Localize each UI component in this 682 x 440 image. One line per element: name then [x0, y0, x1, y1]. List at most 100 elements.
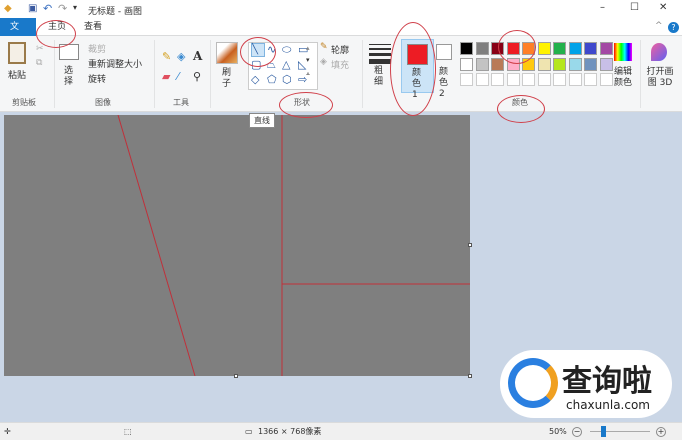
watermark-logo-icon: [508, 358, 558, 408]
canvas-dimensions: 1366 × 768像素: [258, 427, 322, 436]
maximize-button[interactable]: ☐: [630, 2, 639, 13]
help-icon[interactable]: ?: [668, 22, 679, 33]
resize-button[interactable]: 重新调整大小: [88, 57, 142, 70]
annotation-ellipse: [240, 37, 276, 67]
shapes-scroll-up[interactable]: ▴: [306, 44, 310, 52]
paste-button[interactable]: 粘贴: [8, 68, 26, 81]
custom-color-slot[interactable]: [491, 73, 504, 86]
save-icon[interactable]: ▣: [28, 3, 37, 14]
image-group-label: 图像: [95, 98, 111, 107]
brush-icon[interactable]: [216, 42, 238, 64]
shapes-scroll-down[interactable]: ▾: [306, 56, 310, 64]
palette-swatch[interactable]: [475, 57, 489, 71]
palette-swatch[interactable]: [584, 57, 597, 71]
triangle-shape-icon[interactable]: △: [282, 58, 290, 71]
custom-color-slot[interactable]: [584, 73, 597, 86]
hexagon-shape-icon[interactable]: ⬡: [282, 73, 292, 86]
custom-color-slot[interactable]: [460, 73, 473, 86]
custom-color-slot[interactable]: [522, 73, 535, 86]
custom-color-slot[interactable]: [553, 73, 566, 86]
palette-swatch[interactable]: [553, 42, 566, 55]
watermark-brand: 查询啦: [562, 364, 652, 399]
pencil-icon[interactable]: ✎: [162, 50, 171, 63]
fill-shape-icon: ◈: [320, 57, 327, 67]
paste-icon[interactable]: [8, 42, 26, 64]
drawing-canvas[interactable]: [4, 115, 470, 376]
paint3d-icon[interactable]: [651, 43, 667, 61]
edit-colors-icon[interactable]: [614, 43, 632, 61]
close-button[interactable]: ✕: [659, 2, 667, 13]
selection-size-icon: ⬚: [124, 427, 132, 436]
palette-swatch[interactable]: [599, 42, 613, 55]
select-button[interactable]: 选择: [64, 66, 74, 88]
annotation-ellipse: [497, 95, 545, 123]
zoom-slider-thumb[interactable]: [601, 426, 606, 437]
zoom-level: 50%: [549, 427, 567, 436]
eraser-icon[interactable]: ▰: [162, 70, 170, 83]
fill-icon[interactable]: ◈: [177, 50, 185, 63]
zoom-out-button[interactable]: −: [572, 427, 582, 437]
palette-swatch[interactable]: [491, 57, 504, 71]
ribbon: 粘贴 ✂ ⧉ 剪贴板 选择 裁剪 重新调整大小 旋转 图像 ✎ ◈ A ▰ ⁄ …: [0, 36, 682, 112]
annotation-ellipse: [390, 22, 436, 116]
palette-swatch[interactable]: [460, 57, 473, 71]
outline-button[interactable]: 轮廓: [331, 43, 349, 56]
tools-group-label: 工具: [173, 98, 189, 107]
palette-swatch[interactable]: [537, 42, 551, 55]
copy-icon[interactable]: ⧉: [36, 58, 42, 68]
undo-icon[interactable]: ↶: [43, 2, 52, 15]
zoom-slider[interactable]: [590, 431, 650, 432]
palette-swatch[interactable]: [553, 57, 566, 71]
window-title: 无标题 - 画图: [88, 7, 142, 17]
rotate-button[interactable]: 旋转: [88, 72, 106, 85]
paint3d-button[interactable]: 打开画图 3D: [645, 67, 675, 89]
palette-swatch[interactable]: [599, 57, 613, 71]
resize-handle-right[interactable]: [468, 243, 472, 247]
edit-colors-button[interactable]: 编辑颜色: [612, 67, 634, 89]
palette-swatch[interactable]: [537, 57, 551, 71]
magnifier-icon[interactable]: ⚲: [193, 70, 201, 83]
quick-access-dropdown[interactable]: ▾: [73, 3, 77, 12]
crop-button[interactable]: 裁剪: [88, 42, 106, 55]
watermark: 查询啦 chaxunla.com: [500, 350, 672, 418]
color-picker-icon[interactable]: ⁄: [177, 70, 179, 83]
oval-shape-icon[interactable]: ⬭: [282, 43, 291, 57]
brush-button[interactable]: 刷子: [222, 68, 232, 90]
palette-swatch[interactable]: [584, 42, 597, 55]
minimize-button[interactable]: –: [600, 2, 605, 13]
resize-handle-bottom[interactable]: [234, 374, 238, 378]
custom-color-slot[interactable]: [568, 73, 582, 86]
palette-swatch[interactable]: [475, 42, 489, 55]
fill-button[interactable]: 填充: [331, 58, 349, 71]
custom-color-slot[interactable]: [537, 73, 551, 86]
tab-view[interactable]: 查看: [74, 18, 112, 36]
zoom-in-button[interactable]: +: [656, 427, 666, 437]
palette-swatch[interactable]: [460, 42, 473, 55]
annotation-ellipse: [279, 92, 333, 118]
color2-button[interactable]: 颜色 2: [439, 67, 451, 100]
diamond-shape-icon[interactable]: ◇: [251, 73, 259, 86]
resize-handle-corner[interactable]: [468, 374, 472, 378]
pentagon-shape-icon[interactable]: ⬠: [267, 73, 277, 86]
title-bar: ◆ ▣ ↶ ↷ ▾ 无标题 - 画图 – ☐ ✕: [0, 0, 682, 18]
palette-swatch[interactable]: [568, 57, 582, 71]
cursor-position-icon: ✛: [4, 427, 11, 436]
custom-color-slot[interactable]: [475, 73, 489, 86]
palette-swatch[interactable]: [568, 42, 582, 55]
ribbon-tabs: 文件 主页 查看 ^ ?: [0, 18, 682, 50]
custom-color-slot[interactable]: [599, 73, 613, 86]
tab-file[interactable]: 文件: [0, 18, 36, 50]
size-button[interactable]: 粗细: [374, 66, 384, 88]
color2-swatch[interactable]: [436, 44, 452, 60]
canvas-size-icon: ▭: [245, 427, 253, 436]
redo-icon[interactable]: ↷: [58, 2, 67, 15]
clipboard-group-label: 剪贴板: [12, 98, 36, 107]
shapes-expand[interactable]: ⩡: [306, 70, 310, 79]
custom-color-slot[interactable]: [506, 73, 520, 86]
annotation-ellipse: [498, 30, 536, 64]
collapse-ribbon-icon[interactable]: ^: [655, 21, 663, 31]
line-tooltip: 直线: [249, 113, 275, 128]
size-icon[interactable]: [369, 44, 391, 64]
text-icon[interactable]: A: [193, 49, 202, 63]
cut-icon[interactable]: ✂: [36, 44, 44, 54]
